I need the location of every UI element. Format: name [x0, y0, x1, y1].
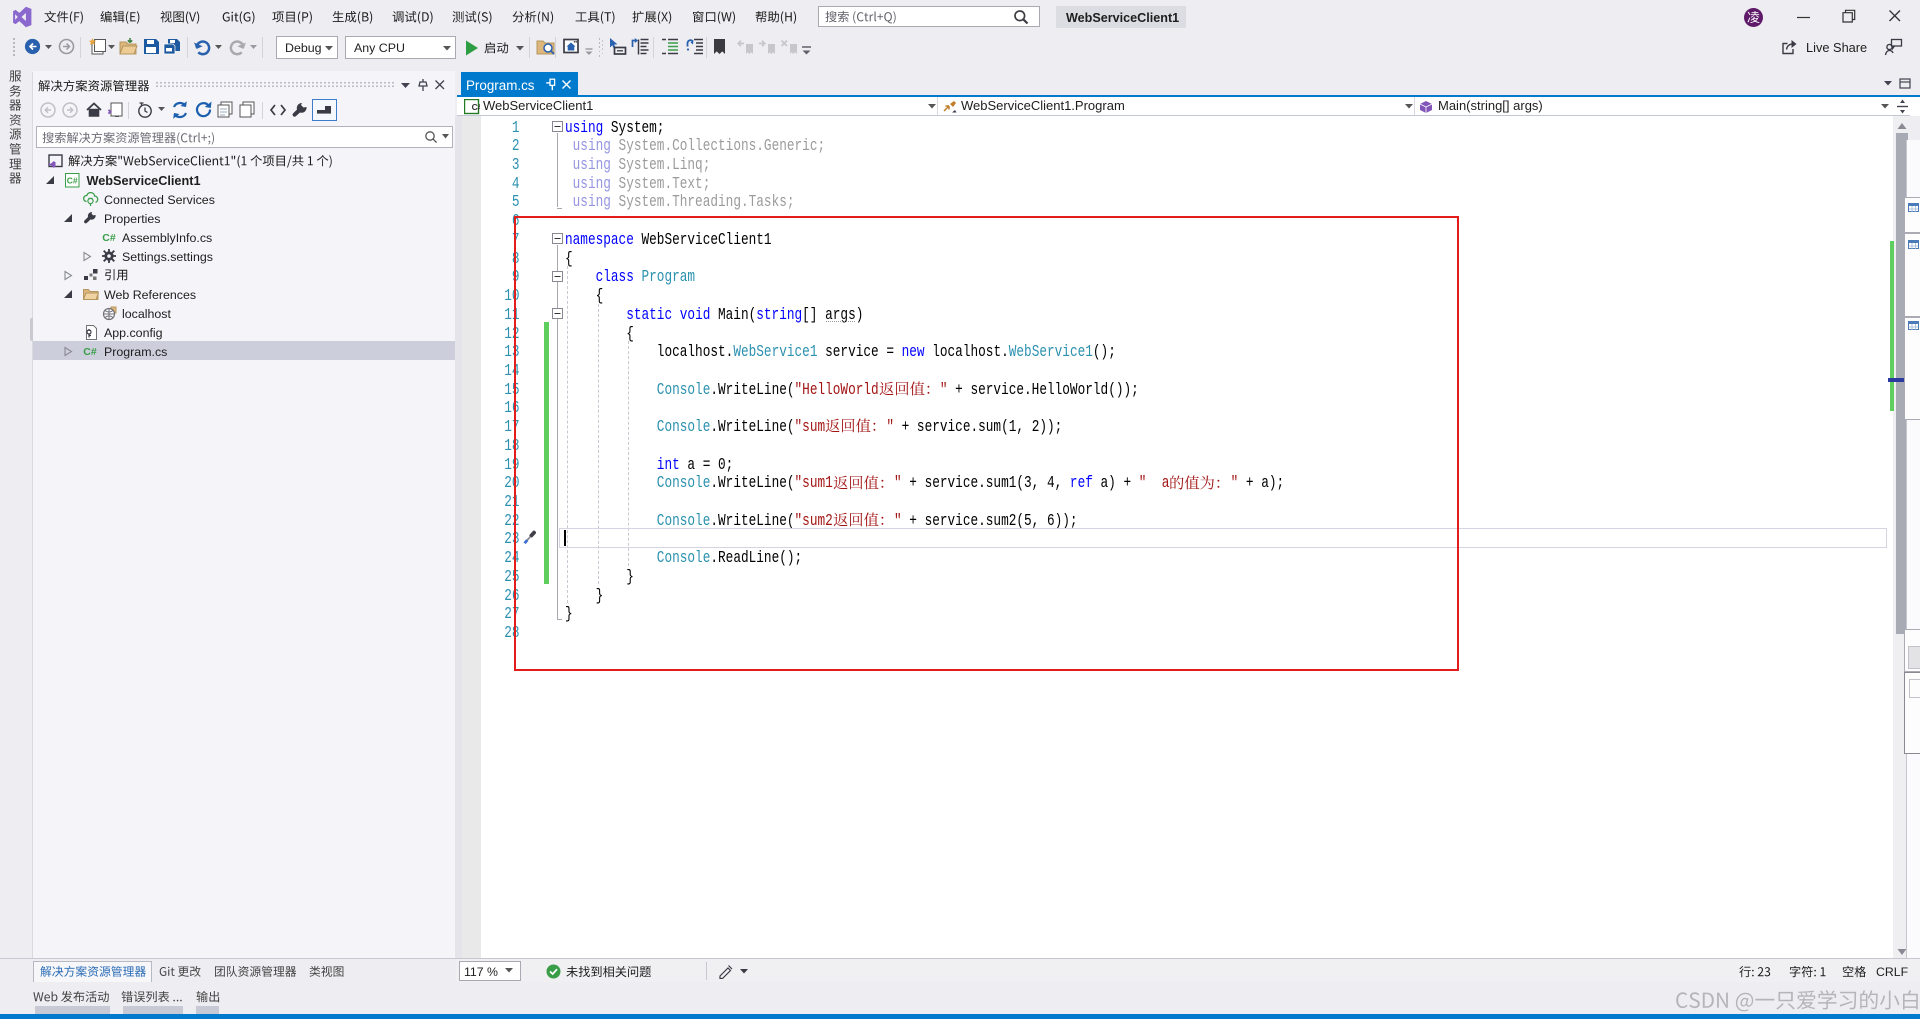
- svg-text:C#: C#: [83, 346, 97, 358]
- svg-text:C#: C#: [472, 102, 480, 112]
- svg-text:C#: C#: [102, 232, 116, 244]
- svg-text:C#: C#: [66, 175, 77, 185]
